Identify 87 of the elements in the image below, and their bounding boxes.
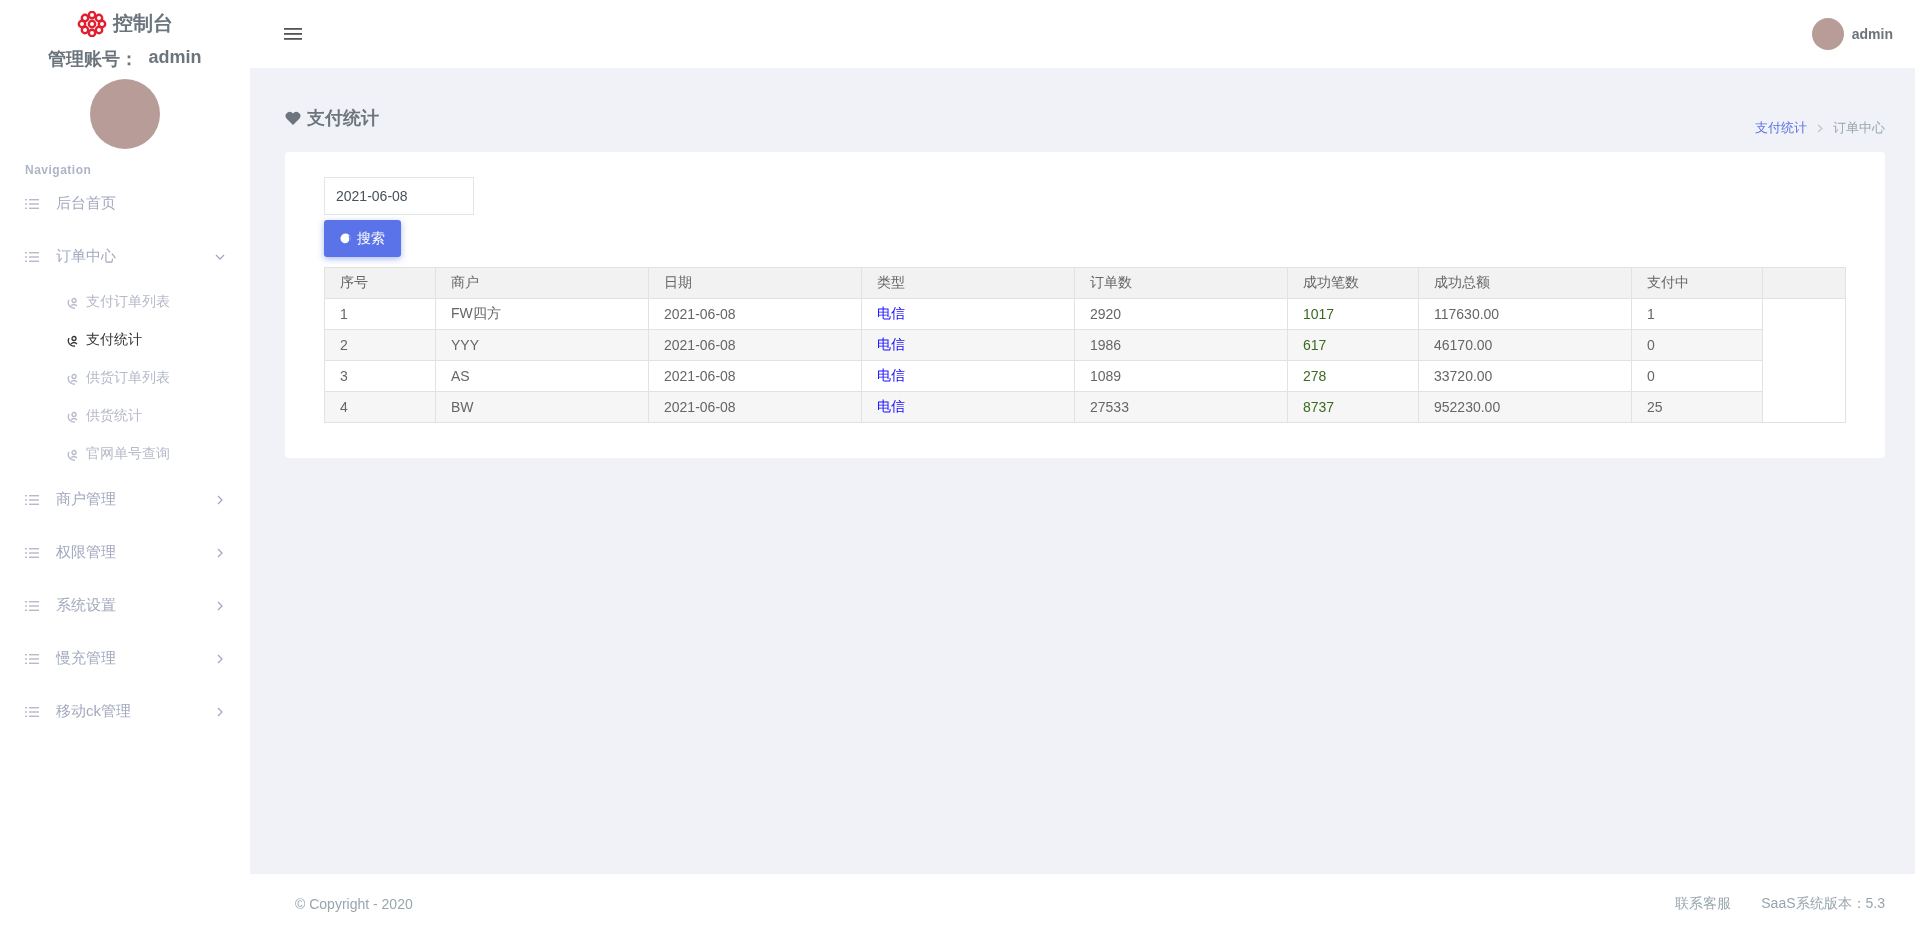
table-cell: 2 (324, 329, 436, 361)
account-label: 管理账号： (48, 48, 139, 71)
column-header: 成功笔数 (1287, 267, 1419, 299)
table-cell: 电信 (861, 298, 1075, 330)
copyright-text: © Copyright - 2020 (295, 896, 413, 912)
table-cell: YYY (435, 329, 649, 361)
table-cell: 电信 (861, 360, 1075, 392)
chevron-right-icon (215, 494, 225, 505)
nav-item[interactable]: 商户管理 (0, 473, 250, 526)
list-icon (25, 250, 39, 263)
table-cell: 电信 (861, 391, 1075, 423)
list-icon (25, 197, 39, 210)
table-cell: 117630.00 (1418, 298, 1632, 330)
table-cell: 1089 (1074, 360, 1288, 392)
nav-item[interactable]: 订单中心 (0, 230, 250, 283)
user-avatar-placeholder[interactable] (1811, 18, 1844, 50)
table-cell: 2021-06-08 (648, 298, 862, 330)
nav-subitem[interactable]: 支付统计 (0, 321, 250, 359)
brand-title: 控制台 (113, 11, 173, 36)
table-cell: 617 (1287, 329, 1419, 361)
table-cell: 278 (1287, 360, 1419, 392)
table-cell: 1 (1631, 298, 1763, 330)
search-button[interactable]: 搜索 (324, 220, 401, 257)
refresh-user-icon (67, 409, 80, 423)
nav-subitem[interactable]: 支付订单列表 (0, 283, 250, 321)
column-header: 成功总额 (1418, 267, 1632, 299)
nav-item[interactable]: 慢充管理 (0, 632, 250, 685)
nav-item[interactable]: 后台首页 (0, 177, 250, 230)
user-name[interactable]: admin (1851, 26, 1893, 42)
table-cell: 2920 (1074, 298, 1288, 330)
footer-text: 联系客服 (1675, 895, 1732, 913)
menu-icon[interactable] (284, 27, 302, 41)
search-icon (340, 232, 352, 245)
table-cell: BW (435, 391, 649, 423)
table-cell: 0 (1631, 329, 1763, 361)
footer-text: SaaS系统版本：5.3 (1761, 895, 1885, 913)
chevron-right-icon (215, 706, 225, 717)
column-header: 序号 (324, 267, 436, 299)
table-cell: 46170.00 (1418, 329, 1632, 361)
table-cell: 3 (324, 360, 436, 392)
date-field[interactable]: 2021-06-08 (324, 177, 474, 215)
column-header: 订单数 (1074, 267, 1288, 299)
list-icon (25, 599, 39, 612)
breadcrumb-link[interactable]: 订单中心 (1833, 119, 1885, 137)
refresh-user-icon (67, 371, 80, 385)
list-icon (25, 652, 39, 665)
nav-item[interactable]: 移动ck管理 (0, 685, 250, 738)
table-cell: 4 (324, 391, 436, 423)
list-icon (25, 705, 39, 718)
account-name: admin (148, 47, 202, 69)
column-header: 商户 (435, 267, 649, 299)
table-cell: 2021-06-08 (648, 329, 862, 361)
table-cell: 1 (324, 298, 436, 330)
table-cell: 33720.00 (1418, 360, 1632, 392)
table-cell: 8737 (1287, 391, 1419, 423)
nav-subitem[interactable]: 供货统计 (0, 397, 250, 435)
nav-section-title: Navigation (25, 163, 93, 177)
refresh-user-icon (67, 295, 80, 309)
nav-subitem[interactable]: 供货订单列表 (0, 359, 250, 397)
knot-logo-icon (77, 10, 107, 37)
chevron-right-icon (215, 547, 225, 558)
column-header: 日期 (648, 267, 862, 299)
table-cell: 2021-06-08 (648, 360, 862, 392)
column-header: 类型 (861, 267, 1075, 299)
table-cell: 电信 (861, 329, 1075, 361)
table-cell: FW四方 (435, 298, 649, 330)
refresh-user-icon (67, 447, 80, 461)
nav-item[interactable]: 权限管理 (0, 526, 250, 579)
nav-subitem[interactable]: 官网单号查询 (0, 435, 250, 473)
table-cell: AS (435, 360, 649, 392)
nav-item[interactable]: 系统设置 (0, 579, 250, 632)
list-icon (25, 546, 39, 559)
chevron-right-icon (215, 653, 225, 664)
chevron-right-icon (215, 600, 225, 611)
refresh-user-icon (67, 333, 80, 347)
table-cell: 27533 (1074, 391, 1288, 423)
column-header: 支付中 (1631, 267, 1763, 299)
table-cell: 952230.00 (1418, 391, 1632, 423)
page-title: 支付统计 (307, 107, 379, 130)
chevron-right-icon (1817, 123, 1823, 133)
list-icon (25, 493, 39, 506)
table-cell: 1017 (1287, 298, 1419, 330)
table-cell: 2021-06-08 (648, 391, 862, 423)
heart-icon (285, 110, 301, 126)
table-cell: 25 (1631, 391, 1763, 423)
table-cell: 1986 (1074, 329, 1288, 361)
breadcrumb-link[interactable]: 支付统计 (1755, 119, 1807, 137)
